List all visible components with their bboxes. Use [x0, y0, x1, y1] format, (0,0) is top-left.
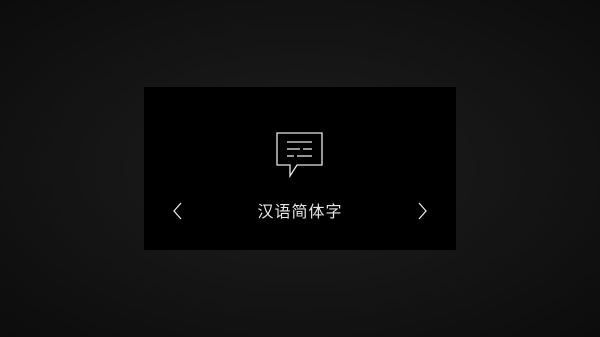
chevron-left-icon	[171, 200, 185, 222]
current-language-label: 汉语简体字	[257, 202, 343, 221]
previous-language-button[interactable]	[171, 200, 185, 222]
language-selector-panel: 汉语简体字	[144, 87, 456, 250]
next-language-button[interactable]	[415, 200, 429, 222]
speech-bubble-icon	[275, 131, 325, 181]
chevron-right-icon	[415, 200, 429, 222]
